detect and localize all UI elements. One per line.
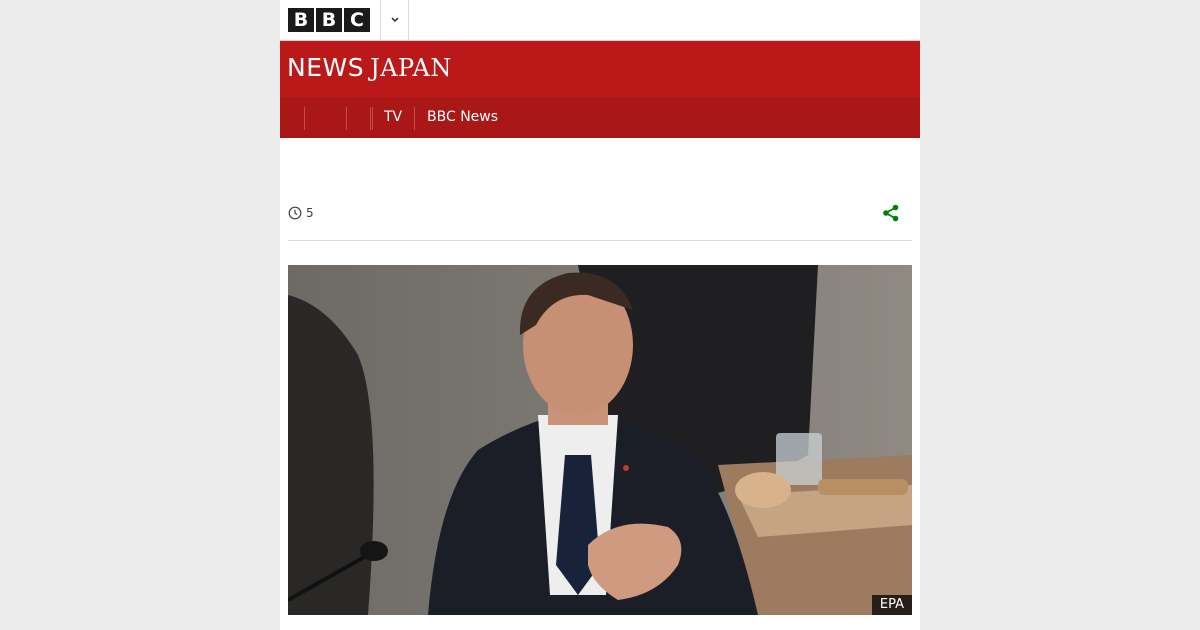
global-header: B B C	[280, 0, 920, 40]
brand-news: NEWS	[287, 53, 365, 82]
bbc-logo[interactable]: B B C	[288, 8, 370, 32]
section-nav: TV BBC News	[280, 97, 920, 138]
share-icon[interactable]	[882, 204, 900, 222]
article-meta: 5	[288, 204, 912, 224]
nav-item-1[interactable]	[306, 107, 346, 128]
header-divider	[408, 0, 409, 40]
more-menu-button[interactable]	[384, 10, 406, 30]
nav-item-2[interactable]	[348, 107, 370, 128]
page: B B C NEWS JAPAN TV BBC News 5 EPA	[280, 0, 920, 630]
nav-divider	[370, 107, 371, 130]
news-japan-brand[interactable]: NEWS JAPAN	[287, 53, 452, 82]
nav-divider	[372, 107, 373, 130]
read-time-value: 5	[306, 206, 314, 220]
logo-letter-c: C	[344, 8, 370, 32]
brand-japan: JAPAN	[370, 54, 452, 82]
nav-divider	[414, 107, 415, 130]
nav-item-bbc-news[interactable]: BBC News	[427, 107, 498, 128]
image-credit: EPA	[871, 595, 912, 615]
clock-icon	[288, 206, 302, 220]
nav-divider	[346, 107, 347, 130]
article-photo: EPA	[288, 265, 912, 615]
logo-letter-b1: B	[288, 8, 314, 32]
header-divider	[380, 0, 381, 40]
nav-item-tv[interactable]: TV	[384, 107, 402, 128]
photo-illustration	[288, 265, 912, 615]
meta-divider	[288, 240, 912, 241]
nav-divider	[304, 107, 305, 130]
logo-letter-b2: B	[316, 8, 342, 32]
masthead: NEWS JAPAN	[280, 41, 920, 97]
chevron-down-icon	[391, 17, 399, 22]
